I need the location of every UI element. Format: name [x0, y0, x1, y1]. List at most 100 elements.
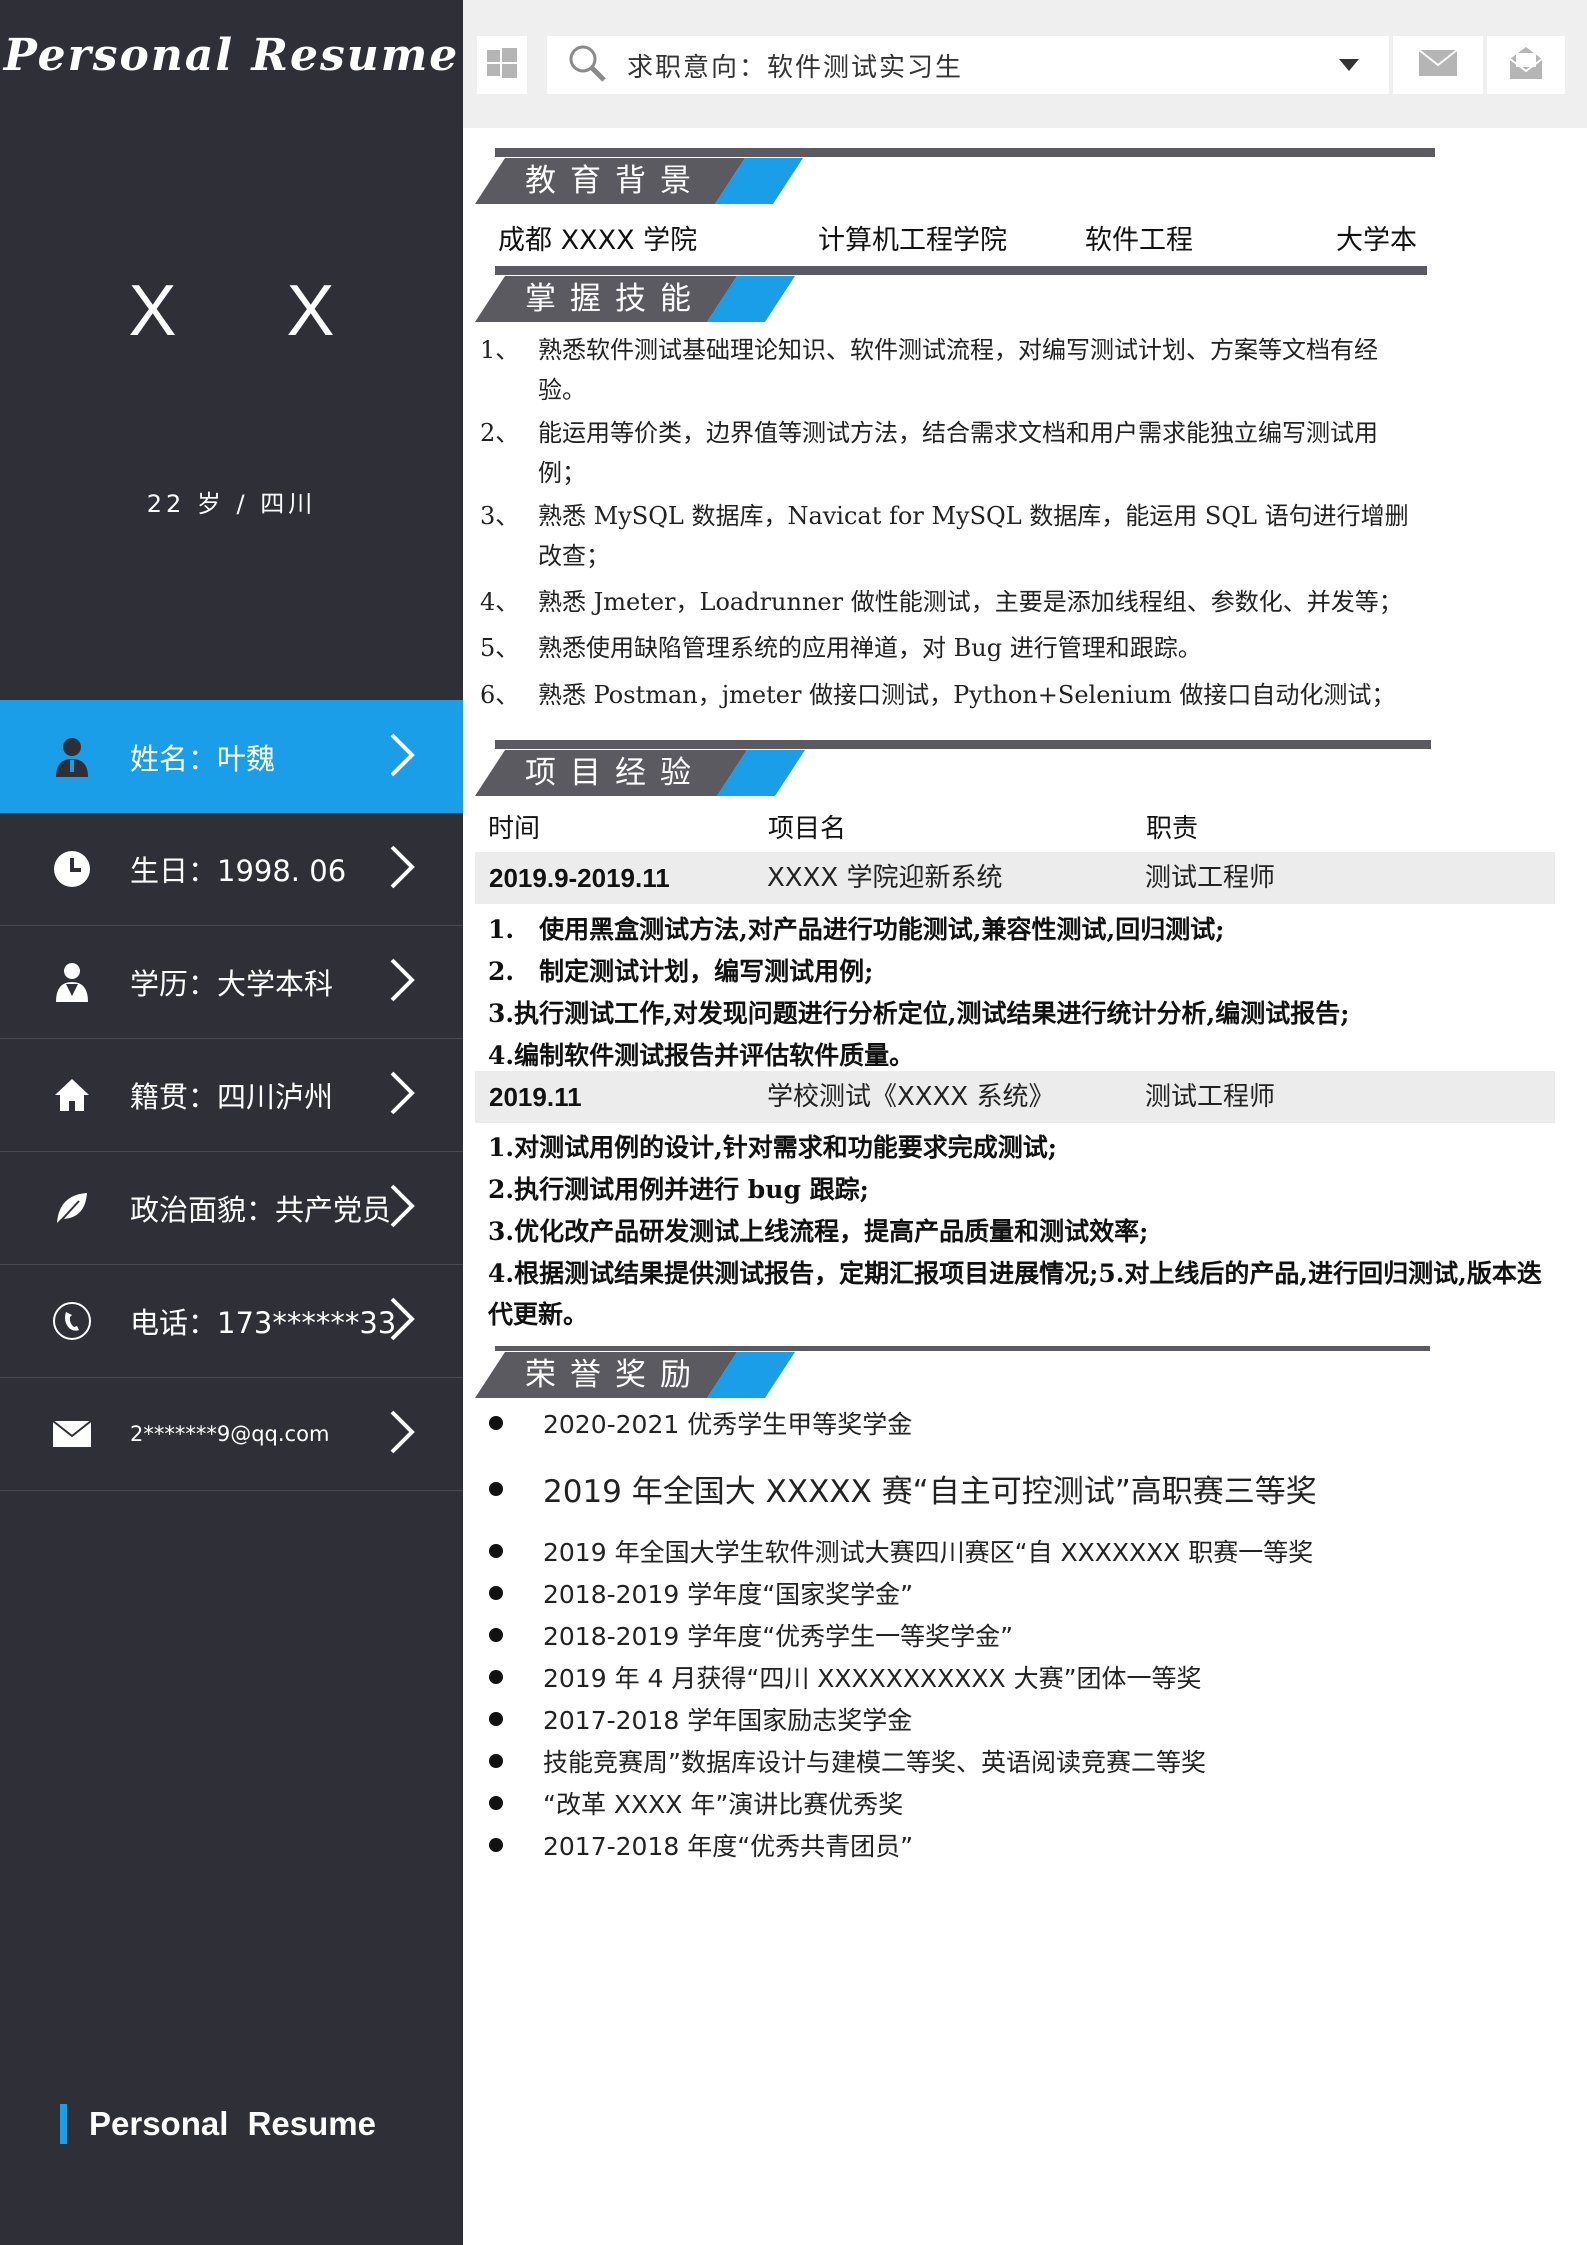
graduate-icon — [52, 962, 92, 1002]
honor-text: 2018-2019 学年度“国家奖学金” — [543, 1580, 914, 1609]
col-header-role: 职责 — [1146, 814, 1199, 844]
info-label: 2*******9@qq.com — [130, 1422, 330, 1446]
chevron-right-icon — [388, 1295, 416, 1347]
honor-item: 技能竞赛周”数据库设计与建模二等奖、英语阅读竞赛二等奖 — [485, 1743, 1565, 1779]
honor-item: 2020-2021 优秀学生甲等奖学金 — [485, 1405, 1565, 1441]
skill-num: 4、 — [480, 588, 520, 616]
honor-item: 2019 年全国大学生软件测试大赛四川赛区“自 XXXXXXX 职赛一等奖 — [485, 1533, 1565, 1569]
section-rule — [495, 740, 1431, 749]
info-label: 电话：173******33 — [130, 1306, 397, 1340]
age-location: 22 岁 / 四川 — [146, 490, 317, 518]
honor-item: 2019 年 4 月获得“四川 XXXXXXXXXXX 大赛”团体一等奖 — [485, 1659, 1565, 1695]
project-duty: 3.执行测试工作,对发现问题进行分析定位,测试结果进行统计分析,编测试报告; — [488, 999, 1350, 1028]
section-header-projects: 项目经验 — [475, 740, 1435, 800]
honor-text: 2019 年 4 月获得“四川 XXXXXXXXXXX 大赛”团体一等奖 — [543, 1664, 1202, 1693]
dropdown-caret-icon[interactable] — [1339, 59, 1359, 71]
bullet-icon — [489, 1481, 503, 1496]
top-bar: 求职意向：软件测试实习生 — [463, 0, 1587, 128]
skill-num: 1、 — [480, 336, 520, 364]
bullet-icon — [489, 1796, 503, 1810]
info-item-birthday[interactable]: 生日：1998. 06 — [0, 813, 463, 926]
honor-item: 2018-2019 学年度“优秀学生一等奖学金” — [485, 1617, 1565, 1653]
chevron-right-icon — [388, 1408, 416, 1460]
info-label: 籍贯：四川泸州 — [130, 1080, 334, 1114]
search-bar[interactable]: 求职意向：软件测试实习生 — [547, 36, 1389, 94]
section-title: 项目经验 — [525, 755, 705, 791]
honor-text: 2018-2019 学年度“优秀学生一等奖学金” — [543, 1622, 1014, 1651]
skill-text: 熟悉 Jmeter，Loadrunner 做性能测试，主要是添加线程组、参数化、… — [538, 588, 1403, 616]
info-item-hometown[interactable]: 籍贯：四川泸州 — [0, 1039, 463, 1152]
edu-major: 软件工程 — [1085, 225, 1193, 256]
chevron-right-icon — [388, 731, 416, 783]
edu-college: 计算机工程学院 — [818, 225, 1007, 256]
project-name: XXXX 学院迎新系统 — [767, 863, 1003, 893]
footer-brand: Personal Resume — [60, 2104, 376, 2144]
skill-num: 5、 — [480, 634, 520, 662]
project-duty: 3.优化改产品研发测试上线流程，提高产品质量和测试效率; — [488, 1217, 1149, 1246]
info-item-email[interactable]: 2*******9@qq.com — [0, 1378, 463, 1491]
project-time: 2019.9-2019.11 — [489, 863, 670, 893]
skill-num: 2、 — [480, 419, 520, 447]
accent-bar — [60, 2104, 67, 2144]
job-intention: 求职意向：软件测试实习生 — [627, 52, 964, 83]
honor-text: 2019 年全国大学生软件测试大赛四川赛区“自 XXXXXXX 职赛一等奖 — [543, 1538, 1314, 1567]
project-role: 测试工程师 — [1145, 863, 1276, 893]
info-label: 学历：大学本科 — [130, 967, 334, 1001]
info-item-political[interactable]: 政治面貌：共产党员 — [0, 1152, 463, 1265]
project-duty: 2. 制定测试计划，编写测试用例; — [488, 957, 874, 986]
project-duty: 1.对测试用例的设计,针对需求和功能要求完成测试; — [488, 1133, 1058, 1162]
skill-text: 熟悉软件测试基础理论知识、软件测试流程，对编写测试计划、方案等文档有经验。 — [538, 336, 1378, 404]
honor-text: 技能竞赛周”数据库设计与建模二等奖、英语阅读竞赛二等奖 — [543, 1748, 1206, 1777]
section-title: 掌握技能 — [525, 281, 705, 317]
section-header-skills: 掌握技能 — [475, 266, 1435, 326]
info-item-education[interactable]: 学历：大学本科 — [0, 926, 463, 1039]
chevron-right-icon — [388, 1182, 416, 1234]
section-rule — [495, 266, 1427, 275]
honor-text: 2017-2018 学年国家励志奖学金 — [543, 1706, 913, 1735]
info-item-phone[interactable]: 电话：173******33 — [0, 1265, 463, 1378]
project-row: 2019.11 学校测试《XXXX 系统》 测试工程师 — [475, 1071, 1555, 1123]
project-time: 2019.11 — [489, 1082, 582, 1112]
project-duty: 4.编制软件测试报告并评估软件质量。 — [488, 1041, 915, 1070]
honor-item: “改革 XXXX 年”演讲比赛优秀奖 — [485, 1785, 1565, 1821]
info-item-name[interactable]: 姓名：叶魏 — [0, 700, 463, 813]
skill-text: 熟悉 MySQL 数据库，Navicat for MySQL 数据库，能运用 S… — [538, 502, 1409, 570]
project-duty: 4.根据测试结果提供测试报告，定期汇报项目进展情况;5.对上线后的产品,进行回归… — [488, 1259, 1542, 1329]
section-header-honors: 荣誉奖励 — [475, 1346, 1435, 1406]
section-header-education: 教育背景 — [475, 148, 1435, 208]
honor-text: 2019 年全国大 XXXXX 赛“自主可控测试”高职赛三等奖 — [543, 1474, 1317, 1510]
bullet-icon — [489, 1838, 503, 1852]
section-title: 教育背景 — [525, 163, 705, 199]
footer-title: Personal Resume — [89, 2105, 376, 2142]
person-icon — [52, 737, 92, 777]
skill-text: 熟悉使用缺陷管理系统的应用禅道，对 Bug 进行管理和跟踪。 — [538, 634, 1202, 662]
bullet-icon — [489, 1416, 503, 1430]
info-label: 姓名：叶魏 — [130, 741, 276, 776]
mail-button[interactable] — [1393, 36, 1483, 94]
project-row: 2019.9-2019.11 XXXX 学院迎新系统 测试工程师 — [475, 852, 1555, 904]
chevron-right-icon — [388, 843, 416, 895]
leaf-icon — [52, 1188, 92, 1228]
bullet-icon — [489, 1544, 503, 1558]
honor-item: 2018-2019 学年度“国家奖学金” — [485, 1575, 1565, 1611]
skill-text: 熟悉 Postman，jmeter 做接口测试，Python+Selenium … — [538, 681, 1396, 709]
open-mail-button[interactable] — [1487, 36, 1565, 94]
skill-num: 3、 — [480, 502, 520, 530]
col-header-name: 项目名 — [768, 814, 847, 844]
bullet-icon — [489, 1712, 503, 1726]
phone-icon — [52, 1301, 92, 1341]
section-title: 荣誉奖励 — [525, 1357, 705, 1393]
edu-school: 成都 XXXX 学院 — [498, 225, 698, 256]
honor-item: 2017-2018 年度“优秀共青团员” — [485, 1827, 1565, 1863]
info-label: 生日：1998. 06 — [130, 854, 347, 888]
skill-num: 6、 — [480, 681, 520, 709]
honor-item: 2019 年全国大 XXXXX 赛“自主可控测试”高职赛三等奖 — [485, 1466, 1565, 1511]
sidebar: Personal Resume X X 22 岁 / 四川 姓名：叶魏 生日：1… — [0, 0, 463, 2245]
chevron-right-icon — [388, 956, 416, 1008]
bullet-icon — [489, 1628, 503, 1642]
section-rule — [495, 1346, 1430, 1351]
windows-button[interactable] — [477, 36, 527, 94]
col-header-time: 时间 — [488, 814, 541, 844]
bullet-icon — [489, 1754, 503, 1768]
honor-text: 2017-2018 年度“优秀共青团员” — [543, 1832, 914, 1861]
